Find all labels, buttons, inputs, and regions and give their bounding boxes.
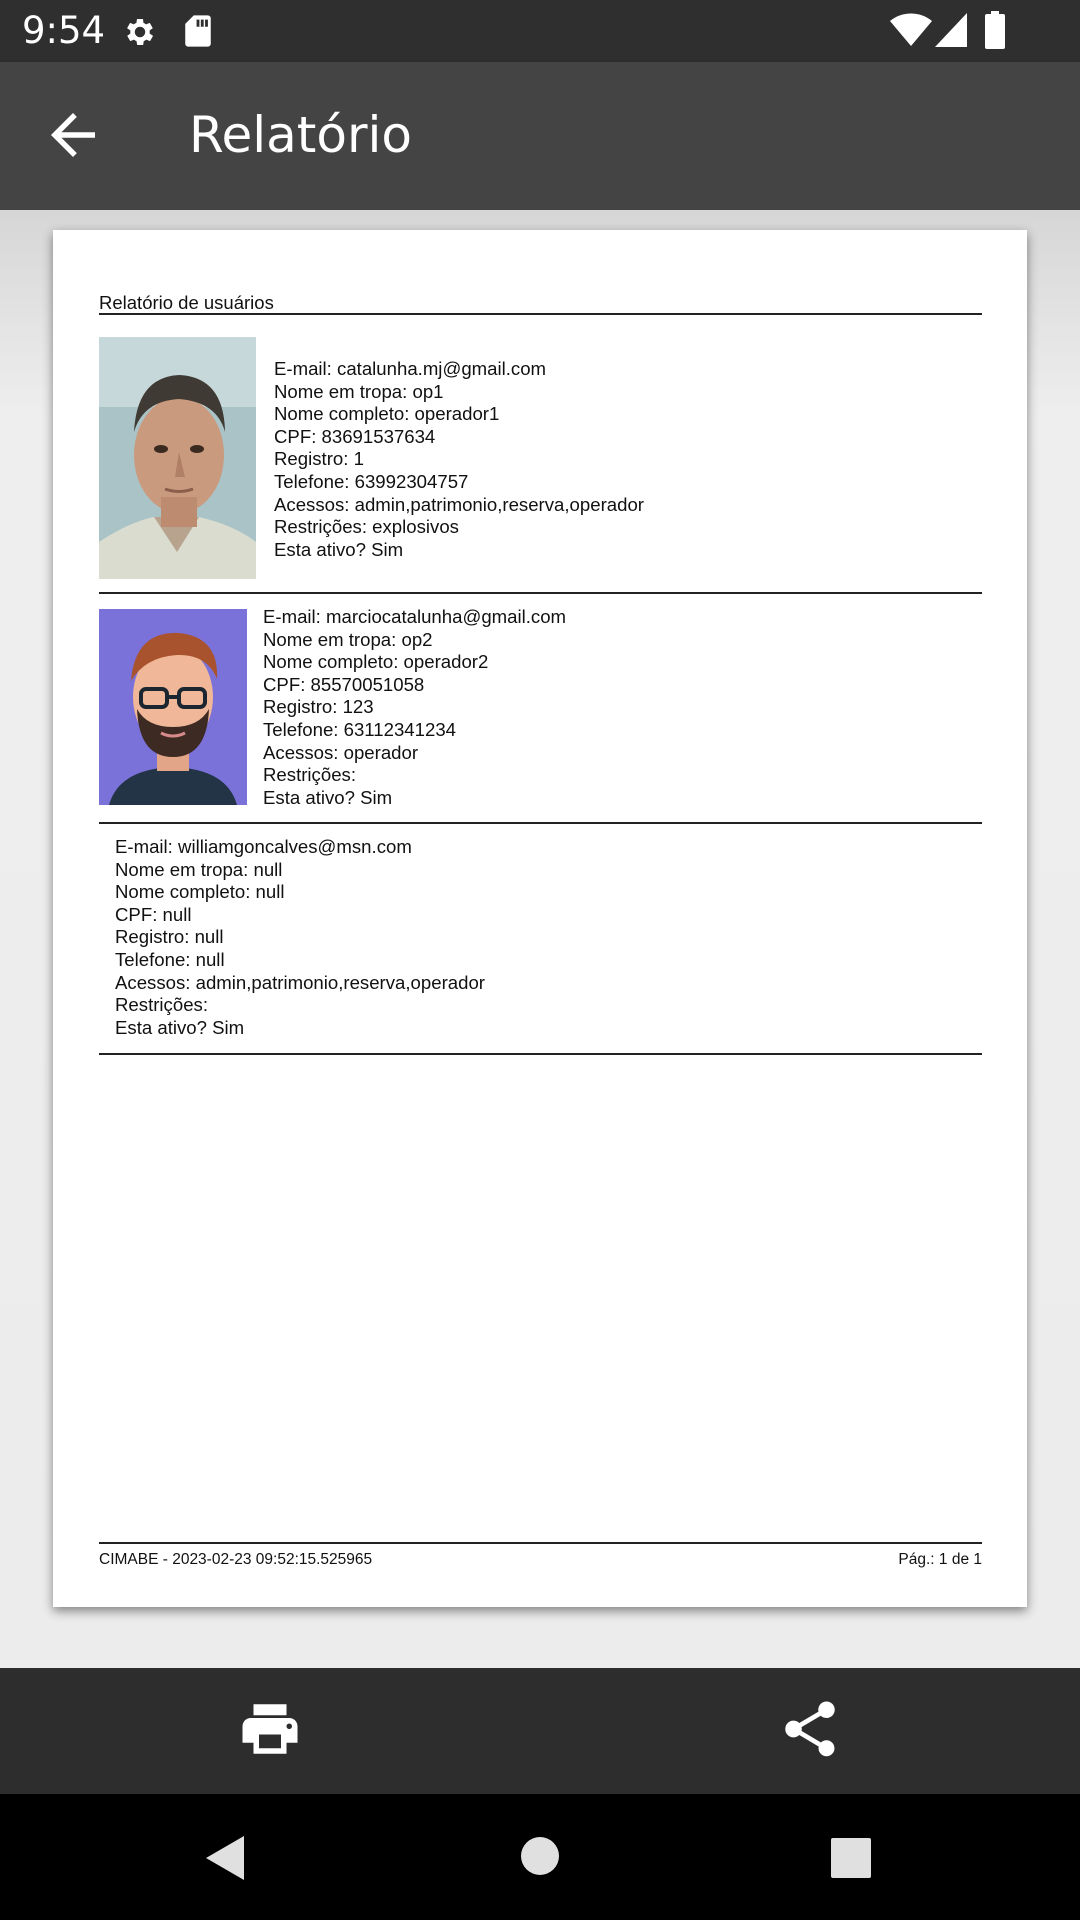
divider (99, 822, 982, 824)
field-nome-tropa: Nome em tropa: op2 (263, 628, 433, 650)
report-footer-timestamp: CIMABE - 2023-02-23 09:52:15.525965 (99, 1551, 373, 1568)
system-nav-bar (0, 1794, 1080, 1920)
field-ativo: Esta ativo? Sim (274, 538, 404, 560)
user-photo (99, 337, 256, 579)
share-icon[interactable] (777, 1696, 843, 1762)
field-nome-tropa: Nome em tropa: op1 (274, 380, 444, 402)
field-registro: Registro: 123 (263, 696, 374, 718)
user-record: E-mail: williamgoncalves@msn.com Nome em… (99, 836, 982, 1046)
sd-card-icon (185, 15, 211, 47)
footer-divider (99, 1542, 982, 1544)
divider (99, 592, 982, 594)
nav-home-icon[interactable] (520, 1836, 560, 1876)
field-email: E-mail: catalunha.mj@gmail.com (274, 358, 547, 379)
user-avatar (99, 609, 247, 805)
field-nome-completo: Nome completo: operador2 (263, 651, 489, 673)
status-time: 9:54 (22, 9, 106, 52)
field-ativo: Esta ativo? Sim (263, 786, 393, 808)
field-nome-tropa: Nome em tropa: null (115, 858, 283, 880)
status-bar: 9:54 (0, 0, 1080, 62)
print-icon[interactable] (237, 1696, 303, 1762)
nav-recents-icon[interactable] (831, 1838, 871, 1878)
battery-icon (985, 11, 1005, 49)
field-email: E-mail: williamgoncalves@msn.com (115, 836, 412, 857)
field-acessos: Acessos: admin,patrimonio,reserva,operad… (115, 971, 485, 993)
field-telefone: Telefone: null (115, 948, 225, 970)
field-nome-completo: Nome completo: null (115, 881, 285, 903)
user-fields: E-mail: catalunha.mj@gmail.com Nome em t… (274, 358, 644, 561)
field-restricoes: Restrições: (263, 764, 356, 786)
report-footer-page: Pág.: 1 de 1 (898, 1551, 982, 1568)
field-restricoes: Restrições: (115, 994, 208, 1016)
field-cpf: CPF: 85570051058 (263, 673, 425, 695)
field-cpf: CPF: 83691537634 (274, 425, 436, 447)
field-registro: Registro: 1 (274, 448, 364, 470)
user-record: E-mail: catalunha.mj@gmail.com Nome em t… (99, 337, 982, 579)
pdf-preview-area[interactable]: Relatório de usuários E-mail: catalunha.… (0, 210, 1080, 1668)
wifi-icon (890, 13, 932, 46)
app-bar: Relatório (0, 62, 1080, 210)
field-ativo: Esta ativo? Sim (115, 1016, 245, 1038)
field-telefone: Telefone: 63112341234 (263, 718, 456, 740)
field-restricoes: Restrições: explosivos (274, 516, 459, 538)
gear-icon (127, 18, 154, 46)
pdf-page: Relatório de usuários E-mail: catalunha.… (53, 230, 1027, 1607)
user-fields: E-mail: williamgoncalves@msn.com Nome em… (115, 836, 485, 1039)
field-nome-completo: Nome completo: operador1 (274, 403, 500, 425)
cell-signal-icon (935, 13, 967, 47)
user-fields: E-mail: marciocatalunha@gmail.com Nome e… (263, 606, 566, 809)
report-title: Relatório de usuários (99, 292, 274, 313)
page-title: Relatório (189, 106, 413, 164)
action-bar (0, 1668, 1080, 1794)
field-cpf: CPF: null (115, 903, 192, 925)
field-registro: Registro: null (115, 926, 224, 948)
field-acessos: Acessos: operador (263, 741, 419, 763)
nav-back-icon[interactable] (202, 1834, 248, 1882)
field-telefone: Telefone: 63992304757 (274, 470, 469, 492)
field-acessos: Acessos: admin,patrimonio,reserva,operad… (274, 493, 644, 515)
divider (99, 313, 982, 315)
arrow-back-icon[interactable] (40, 102, 106, 168)
divider (99, 1053, 982, 1055)
field-email: E-mail: marciocatalunha@gmail.com (263, 606, 567, 627)
user-record: E-mail: marciocatalunha@gmail.com Nome e… (99, 606, 982, 808)
